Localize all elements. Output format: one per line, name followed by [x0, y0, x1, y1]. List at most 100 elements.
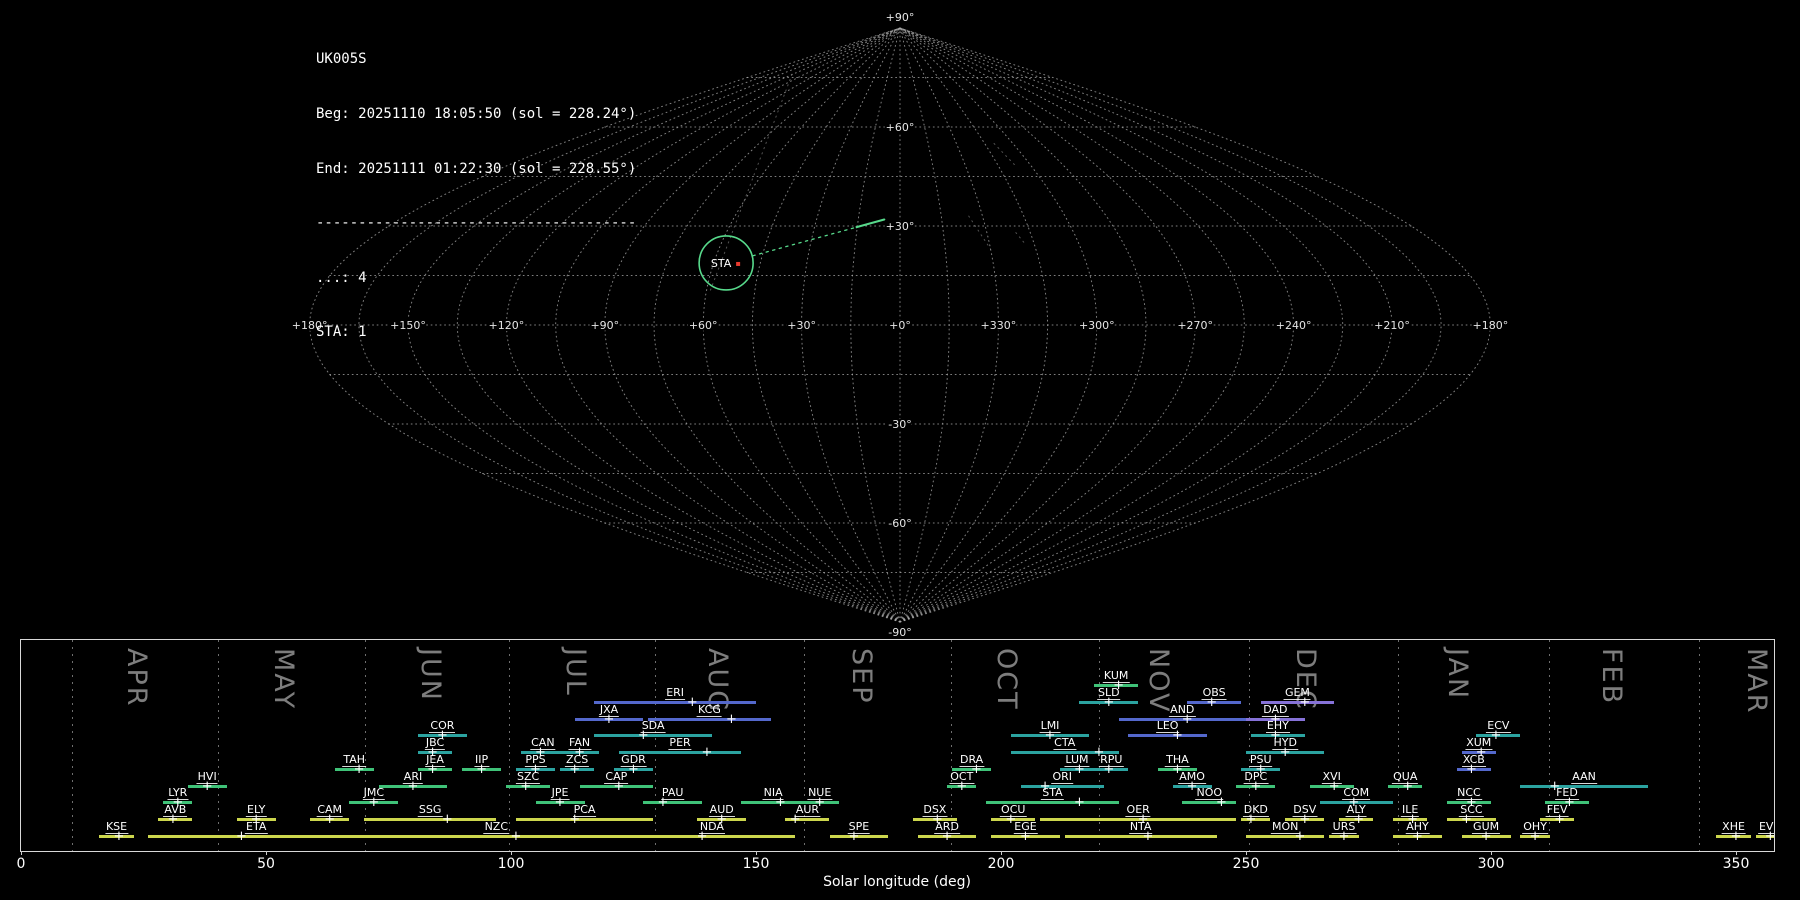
shower-label: PCA [573, 804, 597, 817]
month-gridline [509, 640, 510, 851]
shower-label: ORI [1051, 771, 1073, 784]
shower-label: ECV [1486, 720, 1510, 733]
shower-label: ZCS [565, 754, 589, 767]
sky-map: +180°+150°+120°+90°+60°+30°+0°+330°+300°… [0, 0, 1800, 645]
shower-label: PAU [661, 787, 685, 800]
shower-bar [629, 835, 796, 838]
x-tick-mark [21, 851, 22, 855]
timeline-plot-area: APRMAYJUNJULAUGSEPOCTNOVDECJANFEBMAR+KUM… [21, 640, 1774, 851]
shower-label: THA [1165, 754, 1190, 767]
shower-label: DSV [1292, 804, 1317, 817]
longitude-label: +0° [889, 319, 911, 332]
month-gridline [218, 640, 219, 851]
session-end: End: 20251111 01:22:30 (sol = 228.55°) [316, 160, 636, 178]
shower-label: JEA [425, 754, 445, 767]
shower-label: AMO [1178, 771, 1206, 784]
shower-label: DSX [922, 804, 947, 817]
shower-bar [594, 734, 712, 737]
latitude-label: -90° [888, 626, 911, 639]
month-label: APR [121, 648, 152, 708]
x-tick-mark [266, 851, 267, 855]
shower-label: CTA [1053, 737, 1076, 750]
shower-bar [648, 718, 771, 721]
current-sol-marker [1139, 640, 1141, 851]
shower-label: SDA [641, 720, 666, 733]
shower-label: XCB [1462, 754, 1486, 767]
shower-label: NZC [484, 821, 509, 834]
shower-label: EHY [1266, 720, 1290, 733]
shower-label: STA [1041, 787, 1063, 800]
x-tick-mark [1491, 851, 1492, 855]
x-tick-label: 300 [1478, 856, 1505, 872]
shower-label: NUE [807, 787, 832, 800]
longitude-label: +240° [1276, 319, 1312, 332]
shower-label: QUA [1392, 771, 1418, 784]
shower-label: HYD [1272, 737, 1297, 750]
shower-label: FAN [568, 737, 591, 750]
shower-label: SCC [1459, 804, 1483, 817]
peak-marker: + [442, 812, 453, 827]
shower-bar [516, 818, 653, 821]
radiant-point [736, 262, 740, 266]
x-tick-mark [511, 851, 512, 855]
shower-label: PER [668, 737, 691, 750]
peak-marker: + [510, 829, 521, 844]
shower-label: TAH [342, 754, 366, 767]
separator-line: -------------------------------------- [316, 214, 636, 232]
shower-label: JXA [599, 704, 619, 717]
meteor-track [994, 144, 1016, 167]
x-tick-label: 50 [257, 856, 275, 872]
longitude-label: +210° [1374, 319, 1410, 332]
shower-label: OHY [1522, 821, 1548, 834]
shower-bar [1246, 835, 1324, 838]
session-begin: Beg: 20251110 18:05:50 (sol = 228.24°) [316, 105, 636, 123]
shower-label: DRA [959, 754, 984, 767]
latitude-label: -60° [888, 517, 911, 530]
shower-label: CAN [530, 737, 555, 750]
x-tick-label: 200 [988, 856, 1015, 872]
shower-label: XUM [1465, 737, 1492, 750]
shower-bar [364, 835, 629, 838]
shower-label: AHY [1405, 821, 1430, 834]
shower-label: ETA [245, 821, 267, 834]
shower-label: COR [429, 720, 455, 733]
x-tick-mark [1246, 851, 1247, 855]
shower-label: ALY [1346, 804, 1367, 817]
shower-label: PSU [1249, 754, 1273, 767]
month-gridline [1699, 640, 1700, 851]
shower-label: ILE [1401, 804, 1419, 817]
shower-label: ERI [665, 687, 685, 700]
shower-label: COM [1342, 787, 1370, 800]
shower-label: XHE [1721, 821, 1746, 834]
shower-label: SSG [418, 804, 443, 817]
shower-label: DPC [1243, 771, 1268, 784]
longitude-label: +330° [981, 319, 1017, 332]
x-tick-mark [756, 851, 757, 855]
shower-label: SPE [848, 821, 871, 834]
month-label: MAY [268, 648, 299, 710]
count-unclassified: ...: 4 [316, 269, 636, 287]
month-gridline [72, 640, 73, 851]
shower-label: NIA [763, 787, 784, 800]
peak-marker: + [726, 711, 737, 726]
shower-label: ARI [403, 771, 423, 784]
shower-label: MON [1271, 821, 1299, 834]
shower-label: LYR [167, 787, 188, 800]
shower-bar [364, 818, 496, 821]
month-label: JUN [415, 648, 446, 702]
shower-label: SLD [1097, 687, 1121, 700]
shower-label: KUM [1103, 670, 1129, 683]
station-id: UK005S [316, 50, 636, 68]
x-tick-mark [1001, 851, 1002, 855]
shower-label: NCC [1456, 787, 1482, 800]
shower-label: FEV [1546, 804, 1569, 817]
shower-label: RPU [1099, 754, 1123, 767]
shower-label: DAD [1262, 704, 1288, 717]
longitude-label: +30° [787, 319, 816, 332]
shower-bar [643, 801, 702, 804]
peak-marker: + [1074, 795, 1085, 810]
shower-label: AUR [795, 804, 820, 817]
latitude-label: +90° [886, 11, 915, 24]
shower-label: KCG [697, 704, 722, 717]
shower-label: SZC [516, 771, 540, 784]
